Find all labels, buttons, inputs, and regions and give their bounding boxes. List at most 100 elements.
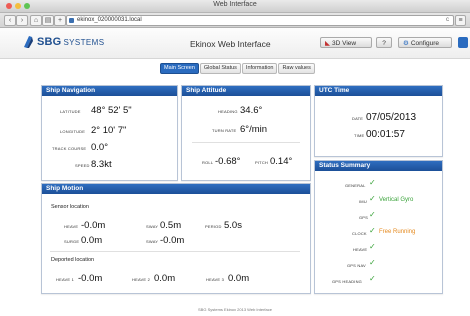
browser-window: Web Interface ‹ › ⌂ ▤ + ekinox_020000031…	[0, 0, 470, 316]
configure-label: Configure	[410, 40, 440, 47]
clock-status-text: Free Running	[379, 229, 416, 235]
period-label: PERIOD	[205, 224, 222, 229]
imu-status-text: Vertical Gyro	[379, 197, 414, 203]
track-course-value: 0.0°	[91, 142, 109, 153]
heave-value: -0.0m	[81, 220, 106, 231]
side-tab-icon[interactable]	[458, 37, 468, 48]
sway-velocity-value: -0.0m	[160, 235, 185, 246]
utc-time-panel: UTC Time DATE 07/05/2013 TIME 00:01:57	[314, 85, 443, 157]
heading-label: HEADING	[218, 109, 238, 114]
forward-icon[interactable]: ›	[16, 15, 28, 26]
heading-value: 34.6°	[240, 105, 263, 116]
roll-value: -0.68°	[215, 156, 241, 167]
status-label-gps-nav: GPS NAV	[347, 263, 366, 268]
tab-bar: Main Screen Global Status Information Ra…	[160, 63, 316, 74]
tab-global-status[interactable]: Global Status	[199, 63, 241, 74]
turn-rate-value: 6°/min	[240, 124, 268, 135]
roll-label: ROLL	[202, 160, 214, 165]
longitude-label: LONGITUDE	[60, 129, 86, 134]
date-value: 07/05/2013	[366, 112, 417, 123]
configure-button[interactable]: ⚙ Configure	[398, 37, 452, 48]
panel-title: Ship Attitude	[182, 86, 310, 96]
deported-heave2-value: 0.0m	[154, 273, 176, 284]
tab-main-screen[interactable]: Main Screen	[160, 63, 199, 74]
status-label-gps: GPS	[359, 215, 369, 220]
status-summary-panel: Status Summary GENERAL ✓ IMU ✓ Vertical …	[314, 160, 443, 294]
brand-name: SBG	[37, 36, 62, 48]
speed-label: SPEED	[75, 163, 90, 168]
attitude-divider	[192, 142, 300, 143]
sensor-location-label: Sensor location	[51, 204, 89, 210]
deported-heave3-value: 0.0m	[228, 273, 250, 284]
url-text: ekinox_020000031.local	[77, 17, 142, 23]
speed-value: 8.3kt	[91, 159, 112, 170]
gps-nav-check-icon: ✓	[369, 258, 376, 267]
imu-check-icon: ✓	[369, 194, 376, 203]
pitch-value: 0.14°	[270, 156, 293, 167]
status-label-gps-heading: GPS HEADING	[332, 279, 362, 284]
surge-value: 0.0m	[81, 235, 103, 246]
panel-title: Ship Motion	[42, 184, 310, 194]
title-bar: Web Interface	[0, 0, 470, 13]
heave-label: HEAVE	[64, 224, 79, 229]
time-label: TIME	[354, 133, 365, 138]
heave-check-icon: ✓	[369, 242, 376, 251]
sway-label: SWAY	[146, 224, 159, 229]
ship-motion-panel: Ship Motion Sensor location HEAVE -0.0m …	[41, 183, 311, 294]
status-label-general: GENERAL	[345, 183, 366, 188]
period-value: 5.0s	[224, 220, 242, 231]
bookmarks-icon[interactable]: ▤	[42, 15, 54, 26]
panel-title: Ship Navigation	[42, 86, 177, 96]
gps-heading-check-icon: ✓	[369, 274, 376, 283]
status-label-heave: HEAVE	[353, 247, 368, 252]
status-label-clock: CLOCK	[352, 231, 367, 236]
tab-raw-values[interactable]: Raw values	[278, 63, 315, 74]
panel-title: Status Summary	[315, 161, 442, 171]
deported-heave3-label: HEAVE 3	[206, 277, 224, 282]
general-check-icon: ✓	[369, 178, 376, 187]
pitch-label: PITCH	[255, 160, 268, 165]
reload-icon[interactable]: c	[446, 16, 449, 25]
sbg-logo: SBG SYSTEMS	[22, 35, 104, 49]
back-icon[interactable]: ‹	[4, 15, 16, 26]
browser-toolbar: ‹ › ⌂ ▤ + ekinox_020000031.local c ≡	[0, 13, 470, 28]
gps-check-icon: ✓	[369, 210, 376, 219]
turn-rate-label: TURN RATE	[212, 128, 237, 133]
time-value: 00:01:57	[366, 129, 405, 140]
sbg-logo-icon	[24, 36, 33, 48]
url-bar[interactable]: ekinox_020000031.local c	[66, 15, 454, 26]
deported-heave1-label: HEAVE 1	[56, 277, 74, 282]
date-label: DATE	[352, 116, 364, 121]
home-icon[interactable]: ⌂	[30, 15, 42, 26]
help-button[interactable]: ?	[376, 37, 392, 48]
sidebar-toggle-icon[interactable]: ≡	[455, 15, 466, 26]
clock-check-icon: ✓	[369, 226, 376, 235]
ship-navigation-panel: Ship Navigation LATITUDE 48° 52' 5" LONG…	[41, 85, 178, 181]
panel-title: UTC Time	[315, 86, 442, 96]
app-header: SBG SYSTEMS Ekinox Web Interface ◣ 3D Vie…	[0, 28, 470, 59]
tab-information[interactable]: Information	[241, 63, 278, 74]
latitude-label: LATITUDE	[60, 109, 81, 114]
deported-heave2-label: HEAVE 2	[132, 277, 150, 282]
3d-view-icon: ◣	[325, 40, 330, 47]
surge-label: SURGE	[64, 239, 80, 244]
latitude-value: 48° 52' 5"	[91, 105, 132, 116]
ship-attitude-panel: Ship Attitude HEADING 34.6° TURN RATE 6°…	[181, 85, 311, 181]
3d-view-button[interactable]: ◣ 3D View	[320, 37, 372, 48]
sway-velocity-label: SWAY	[146, 239, 159, 244]
window-title: Web Interface	[213, 1, 257, 8]
3d-view-label: 3D View	[332, 40, 357, 47]
motion-divider	[50, 251, 300, 252]
longitude-value: 2° 10' 7"	[91, 125, 127, 136]
track-course-label: TRACK COURSE	[52, 146, 87, 151]
deported-location-label: Deported location	[51, 257, 95, 263]
gear-icon: ⚙	[403, 40, 409, 47]
brand-sub: SYSTEMS	[63, 37, 105, 47]
add-tab-icon[interactable]: +	[54, 15, 66, 26]
status-label-imu: IMU	[359, 199, 367, 204]
site-favicon-icon	[69, 18, 74, 23]
app-title: Ekinox Web Interface	[190, 39, 271, 49]
deported-heave1-value: -0.0m	[78, 273, 103, 284]
footer-text: SBG Systems Ekinox 2013 Web Interface	[198, 307, 272, 312]
sway-value: 0.5m	[160, 220, 182, 231]
